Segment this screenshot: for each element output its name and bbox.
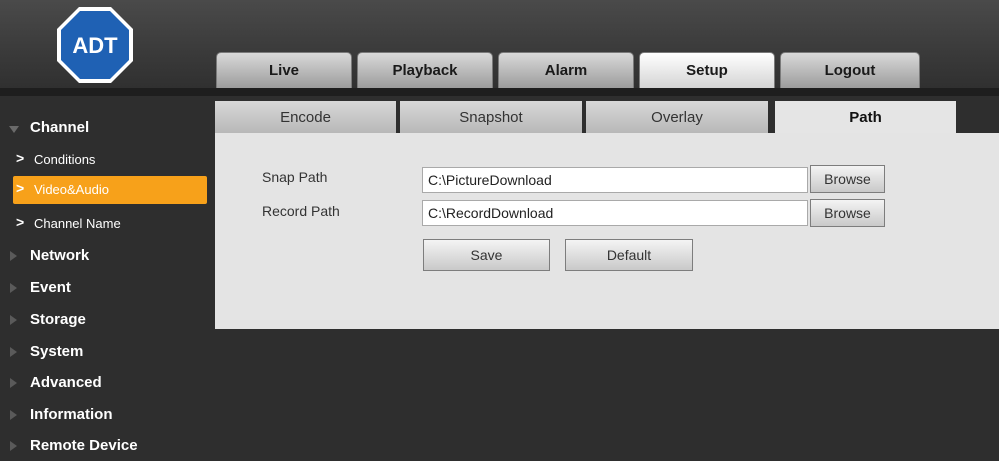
adt-logo-text: ADT: [72, 33, 118, 58]
sidebar-group-label: Storage: [30, 311, 86, 328]
path-settings-panel: Snap Path Browse Record Path Browse Save…: [215, 133, 999, 329]
collapsed-triangle-icon: [10, 315, 17, 325]
sidebar-group-label: Channel: [30, 119, 90, 136]
snap-path-input[interactable]: [422, 167, 808, 193]
sidebar-item-video-audio[interactable]: > Video&Audio: [13, 176, 207, 204]
header-divider: [0, 88, 999, 96]
chevron-right-icon: >: [16, 150, 25, 166]
tab-live[interactable]: Live: [216, 52, 352, 88]
collapsed-triangle-icon: [10, 283, 17, 293]
collapsed-triangle-icon: [10, 347, 17, 357]
snap-path-label: Snap Path: [262, 169, 328, 185]
chevron-right-icon: >: [16, 214, 25, 230]
expanded-triangle-icon: [9, 126, 19, 133]
collapsed-triangle-icon: [10, 378, 17, 388]
tab-alarm[interactable]: Alarm: [498, 52, 634, 88]
adt-logo: ADT: [57, 7, 133, 83]
sidebar-item-label: Conditions: [34, 152, 96, 167]
sidebar-group-remote-device[interactable]: Remote Device: [0, 432, 215, 460]
collapsed-triangle-icon: [10, 251, 17, 261]
record-path-input[interactable]: [422, 200, 808, 226]
tab-playback[interactable]: Playback: [357, 52, 493, 88]
snap-path-browse-button[interactable]: Browse: [810, 165, 885, 193]
subtab-snapshot[interactable]: Snapshot: [400, 101, 586, 133]
record-path-label: Record Path: [262, 203, 340, 219]
record-path-browse-button[interactable]: Browse: [810, 199, 885, 227]
sidebar-item-channel-name[interactable]: > Channel Name: [0, 210, 215, 238]
sidebar-group-channel[interactable]: Channel: [0, 114, 215, 142]
sidebar-group-label: Network: [30, 247, 90, 264]
chevron-right-icon: >: [16, 180, 25, 196]
sidebar-group-network[interactable]: Network: [0, 242, 215, 270]
sidebar-group-system[interactable]: System: [0, 338, 215, 366]
tab-setup[interactable]: Setup: [639, 52, 775, 88]
sidebar-group-information[interactable]: Information: [0, 401, 215, 429]
save-button[interactable]: Save: [423, 239, 550, 271]
sidebar-item-conditions[interactable]: > Conditions: [0, 146, 215, 174]
sidebar-group-label: Remote Device: [30, 437, 138, 454]
sidebar-group-label: Event: [30, 279, 71, 296]
sidebar-group-label: Advanced: [30, 374, 102, 391]
sidebar-item-label: Video&Audio: [34, 182, 109, 197]
sidebar-group-event[interactable]: Event: [0, 274, 215, 302]
default-button[interactable]: Default: [565, 239, 693, 271]
header-bar: ADT Live Playback Alarm Setup Logout: [0, 0, 999, 88]
collapsed-triangle-icon: [10, 410, 17, 420]
subtab-path[interactable]: Path: [775, 101, 956, 133]
collapsed-triangle-icon: [10, 441, 17, 451]
sidebar-group-label: Information: [30, 406, 113, 423]
tab-logout[interactable]: Logout: [780, 52, 920, 88]
sidebar-item-label: Channel Name: [34, 216, 121, 231]
sidebar-group-advanced[interactable]: Advanced: [0, 369, 215, 397]
subtab-overlay[interactable]: Overlay: [586, 101, 772, 133]
sidebar: Channel > Conditions > Video&Audio > Cha…: [0, 96, 215, 461]
sidebar-group-storage[interactable]: Storage: [0, 306, 215, 334]
subtab-encode[interactable]: Encode: [215, 101, 400, 133]
sidebar-group-label: System: [30, 343, 84, 360]
